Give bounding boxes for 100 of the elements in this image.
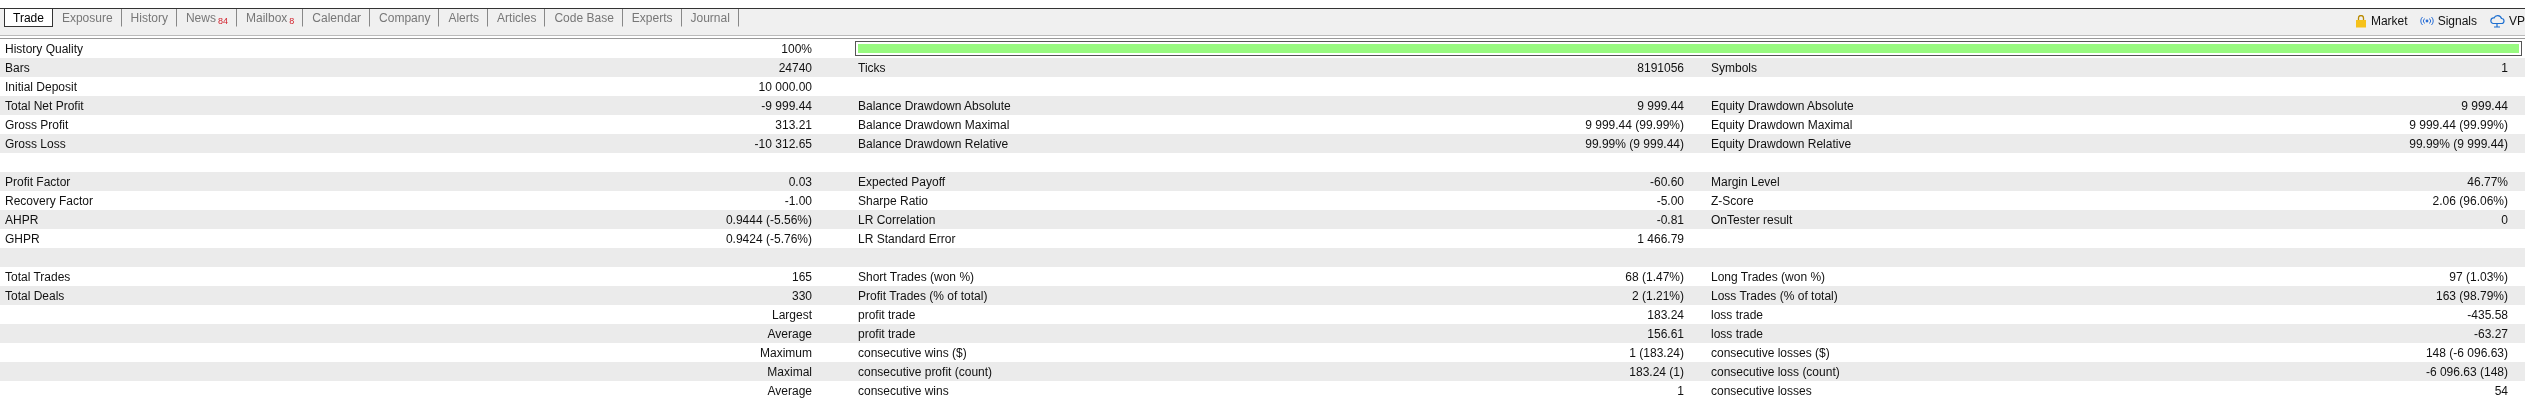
stat-label: Gross Profit bbox=[5, 117, 69, 132]
stat-value: 2.06 (96.06%) bbox=[2432, 193, 2508, 208]
stat-value: 2 (1.21%) bbox=[1631, 288, 1684, 303]
stat-label: Z-Score bbox=[1711, 193, 1754, 208]
stat-label: Expected Payoff bbox=[858, 174, 946, 189]
stat-value: 46.77% bbox=[2467, 174, 2508, 189]
stat-label: consecutive losses ($) bbox=[1711, 345, 1830, 360]
tab[interactable]: History bbox=[121, 9, 177, 27]
stat-label: Gross Loss bbox=[5, 136, 66, 151]
stat-label: consecutive loss (count) bbox=[1711, 364, 1840, 379]
stat-label: OnTester result bbox=[1711, 212, 1793, 227]
stat-value: Largest bbox=[771, 307, 812, 322]
toolbar-link[interactable]: Signals bbox=[2419, 14, 2477, 28]
stat-label: GHPR bbox=[5, 231, 40, 246]
stat-value: -5.00 bbox=[1656, 193, 1684, 208]
tab[interactable]: Trade bbox=[4, 9, 53, 27]
stat-value: -63.27 bbox=[2473, 326, 2508, 341]
stat-value: 9 999.44 bbox=[1637, 98, 1684, 113]
stat-value: 68 (1.47%) bbox=[1625, 269, 1684, 284]
count-label: 84 bbox=[217, 16, 228, 26]
stat-value: -6 096.63 (148) bbox=[2425, 364, 2508, 379]
stat-label: LR Standard Error bbox=[858, 231, 956, 246]
stat-value: 10 000.00 bbox=[758, 79, 812, 94]
stat-value: -435.58 bbox=[2467, 307, 2508, 322]
stat-value: -9 999.44 bbox=[761, 98, 812, 113]
stat-value: Average bbox=[767, 326, 812, 341]
stat-value: 100% bbox=[781, 41, 812, 56]
stat-label: Profit Trades (% of total) bbox=[858, 288, 988, 303]
stat-label: profit trade bbox=[858, 307, 916, 322]
stat-value: 1 466.79 bbox=[1637, 231, 1684, 246]
stat-label: consecutive profit (count) bbox=[858, 364, 993, 379]
stat-value: 0.03 bbox=[788, 174, 812, 189]
stat-value: 1 bbox=[1677, 383, 1684, 398]
tab[interactable]: Code Base bbox=[545, 9, 623, 27]
stat-label: Balance Drawdown Relative bbox=[858, 136, 1009, 151]
stat-label: profit trade bbox=[858, 326, 916, 341]
stat-value: 183.24 (1) bbox=[1629, 364, 1684, 379]
stat-label: Profit Factor bbox=[5, 174, 71, 189]
stat-label: Sharpe Ratio bbox=[858, 193, 929, 208]
stat-label: consecutive losses bbox=[1711, 383, 1812, 398]
stat-value: 9 999.44 (99.99%) bbox=[1585, 117, 1684, 132]
signal-icon bbox=[2419, 16, 2434, 26]
stat-value: 330 bbox=[791, 288, 812, 303]
tab[interactable]: Exposure bbox=[52, 9, 122, 27]
toolbar-link[interactable]: Market bbox=[2354, 14, 2408, 28]
stat-value: 156.61 bbox=[1647, 326, 1684, 341]
stat-value: 1 (183.24) bbox=[1629, 345, 1684, 360]
stat-label: Total Trades bbox=[5, 269, 71, 284]
tab[interactable]: Company bbox=[370, 9, 440, 27]
stat-label: Balance Drawdown Absolute bbox=[858, 98, 1011, 113]
stat-label: Total Deals bbox=[5, 288, 65, 303]
stat-value: 313.21 bbox=[775, 117, 812, 132]
stat-label: Initial Deposit bbox=[5, 79, 78, 94]
stat-label: Short Trades (won %) bbox=[858, 269, 975, 284]
stat-value: 183.24 bbox=[1647, 307, 1684, 322]
stat-label: Ticks bbox=[858, 60, 886, 75]
stat-value: 97 (1.03%) bbox=[2449, 269, 2508, 284]
tab[interactable]: Alerts bbox=[439, 9, 489, 27]
stat-label: loss trade bbox=[1711, 326, 1764, 341]
stat-label: Balance Drawdown Maximal bbox=[858, 117, 1010, 132]
stat-label: Recovery Factor bbox=[5, 193, 94, 208]
stat-value: 99.99% (9 999.44) bbox=[2409, 136, 2508, 151]
stat-value: 0.9424 (-5.76%) bbox=[725, 231, 812, 246]
tab[interactable]: Calendar bbox=[303, 9, 371, 27]
stat-value: 54 bbox=[2494, 383, 2508, 398]
stat-label: Bars bbox=[5, 60, 30, 75]
stat-value: -60.60 bbox=[1649, 174, 1684, 189]
stat-label: consecutive wins ($) bbox=[858, 345, 967, 360]
toolbar-link[interactable]: VP bbox=[2489, 14, 2525, 28]
stat-value: 9 999.44 bbox=[2461, 98, 2508, 113]
stat-value: 163 (98.79%) bbox=[2435, 288, 2508, 303]
stat-value: 0 bbox=[2501, 212, 2508, 227]
stat-label: Equity Drawdown Absolute bbox=[1711, 98, 1854, 113]
stat-label: Margin Level bbox=[1711, 174, 1780, 189]
stat-label: Loss Trades (% of total) bbox=[1711, 288, 1838, 303]
stat-label: Total Net Profit bbox=[5, 98, 84, 113]
cloud-icon bbox=[2489, 14, 2505, 28]
count-label: 8 bbox=[289, 16, 295, 26]
stat-value: Average bbox=[767, 383, 812, 398]
stat-value: 99.99% (9 999.44) bbox=[1585, 136, 1684, 151]
stat-value: -10 312.65 bbox=[754, 136, 812, 151]
stat-label: LR Correlation bbox=[858, 212, 936, 227]
stat-value: 148 (-6 096.63) bbox=[2425, 345, 2508, 360]
stat-label: Equity Drawdown Maximal bbox=[1711, 117, 1853, 132]
stat-value: 1 bbox=[2501, 60, 2508, 75]
stat-value: Maximum bbox=[760, 345, 812, 360]
tab[interactable]: Journal bbox=[681, 9, 739, 27]
stat-value: Maximal bbox=[767, 364, 812, 379]
tab[interactable]: Articles bbox=[488, 9, 546, 27]
stat-value: 9 999.44 (99.99%) bbox=[2409, 117, 2508, 132]
stat-label: Equity Drawdown Relative bbox=[1711, 136, 1852, 151]
stat-label: History Quality bbox=[5, 41, 84, 56]
stat-label: Symbols bbox=[1711, 60, 1757, 75]
stat-value: -0.81 bbox=[1656, 212, 1684, 227]
tab[interactable]: Experts bbox=[622, 9, 682, 27]
stat-value: 24740 bbox=[778, 60, 812, 75]
stat-label: consecutive wins bbox=[858, 383, 949, 398]
stat-label: loss trade bbox=[1711, 307, 1764, 322]
stat-value: -1.00 bbox=[784, 193, 812, 208]
stat-value: 0.9444 (-5.56%) bbox=[725, 212, 812, 227]
